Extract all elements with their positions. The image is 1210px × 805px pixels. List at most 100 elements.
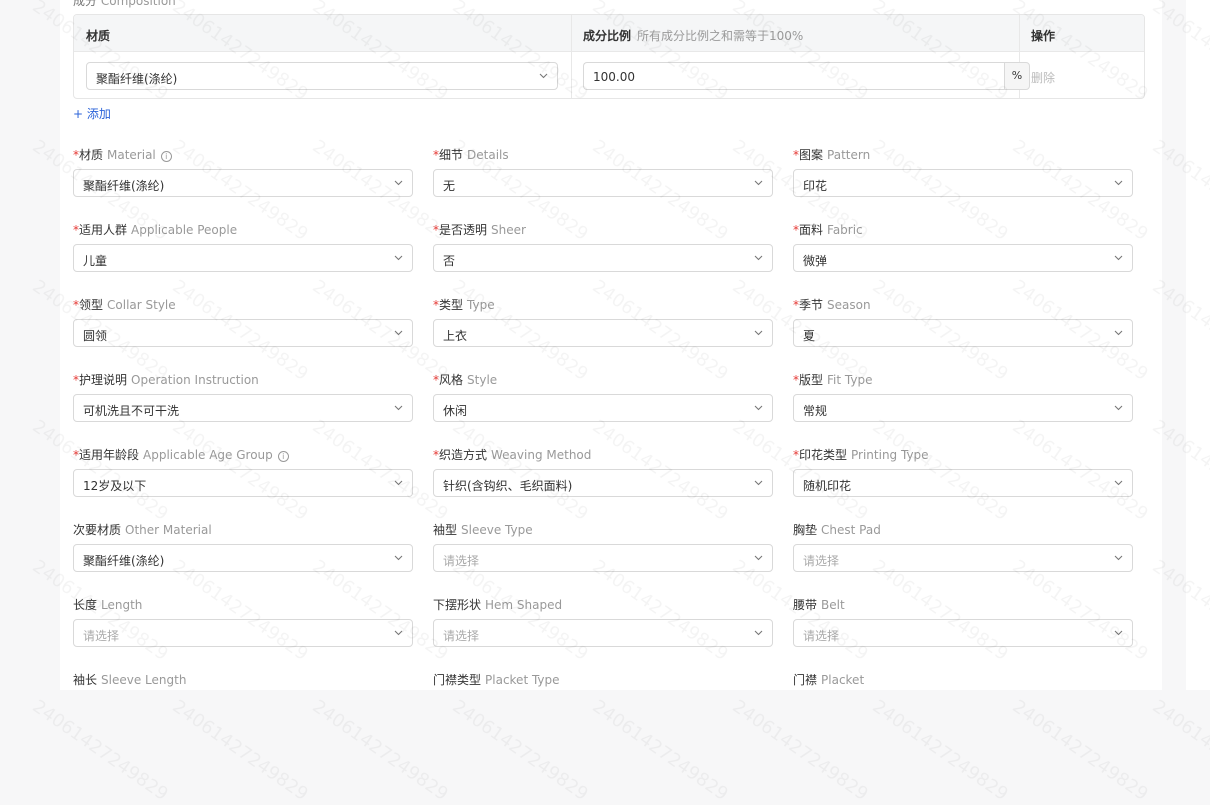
field-label: 袖型 Sleeve Type (433, 521, 533, 538)
field-label-cn: 织造方式 (439, 448, 488, 462)
info-icon[interactable]: i (277, 451, 289, 462)
field-label-cn: 材质 (79, 148, 104, 162)
field-placeholder: 请选择 (83, 629, 120, 643)
composition-ratio-input[interactable]: 100.00 (583, 62, 1004, 90)
field-sleeve-length: 袖长 Sleeve Length (73, 671, 413, 731)
field-label-cn: 版型 (799, 373, 824, 387)
field-details: *细节 Details 无 (433, 146, 773, 206)
field-select[interactable]: 否 (433, 244, 773, 272)
field-value: 否 (443, 254, 456, 268)
field-label: 次要材质 Other Material (73, 521, 212, 538)
chevron-down-icon (394, 479, 403, 487)
field-label: *类型 Type (433, 296, 495, 313)
add-composition-button[interactable]: + 添加 (73, 105, 111, 122)
field-value: 儿童 (83, 254, 108, 268)
scroll-gutter (1186, 0, 1210, 690)
header-ratio-hint: 所有成分比例之和需等于100% (637, 29, 804, 43)
composition-material-select[interactable]: 聚酯纤维(涤纶) (86, 62, 558, 90)
field-label: 腰带 Belt (793, 596, 845, 613)
field-select[interactable]: 随机印花 (793, 469, 1133, 497)
field-label-en: Chest Pad (821, 523, 881, 537)
field-select[interactable]: 请选择 (73, 619, 413, 647)
field-label: *材质 Material i (73, 146, 172, 163)
field-label-en: Hem Shaped (485, 598, 563, 612)
field-label-cn: 类型 (439, 298, 464, 312)
composition-table: 材质 成分比例 所有成分比例之和需等于100% 操作 聚酯纤维(涤纶) 100.0… (73, 14, 1145, 99)
field-value: 圆领 (83, 329, 108, 343)
field-select[interactable]: 上衣 (433, 319, 773, 347)
field-select[interactable]: 请选择 (793, 619, 1133, 647)
field-placeholder: 请选择 (803, 629, 840, 643)
field-label-cn: 下摆形状 (433, 598, 482, 612)
column-divider (571, 15, 572, 98)
field-select[interactable]: 无 (433, 169, 773, 197)
field-label-cn: 面料 (799, 223, 824, 237)
field-applicable-age-group: *适用年龄段 Applicable Age Group i 12岁及以下 (73, 446, 413, 506)
chevron-down-icon (394, 554, 403, 562)
chevron-down-icon (754, 404, 763, 412)
field-label: *护理说明 Operation Instruction (73, 371, 259, 388)
field-label-en: Placket Type (485, 673, 560, 687)
field-select[interactable]: 常规 (793, 394, 1133, 422)
chevron-down-icon (754, 254, 763, 262)
field-select[interactable]: 印花 (793, 169, 1133, 197)
field-type: *类型 Type 上衣 (433, 296, 773, 356)
field-select[interactable]: 夏 (793, 319, 1133, 347)
field-label: *面料 Fabric (793, 221, 863, 238)
field-label: *适用年龄段 Applicable Age Group i (73, 446, 289, 463)
field-select[interactable]: 请选择 (433, 619, 773, 647)
watermark-text: 24061427249829 (1148, 696, 1210, 805)
field-select[interactable]: 请选择 (433, 544, 773, 572)
field-label: *适用人群 Applicable People (73, 221, 237, 238)
field-select[interactable]: 可机洗且不可干洗 (73, 394, 413, 422)
composition-label-en: Composition (100, 0, 176, 8)
field-value: 上衣 (443, 329, 468, 343)
field-label: 门襟类型 Placket Type (433, 671, 560, 688)
field-label-cn: 季节 (799, 298, 824, 312)
field-label: *是否透明 Sheer (433, 221, 526, 238)
field-label-en: Pattern (827, 148, 871, 162)
field-label-en: Printing Type (851, 448, 929, 462)
field-value: 可机洗且不可干洗 (83, 404, 180, 418)
field-label-en: Season (827, 298, 871, 312)
field-belt: 腰带 Belt 请选择 (793, 596, 1133, 656)
chevron-down-icon (394, 254, 403, 262)
field-weaving-method: *织造方式 Weaving Method 针织(含钩织、毛织面料) (433, 446, 773, 506)
field-label-cn: 护理说明 (79, 373, 128, 387)
field-label-en: Sleeve Type (461, 523, 533, 537)
field-label-cn: 适用年龄段 (79, 448, 140, 462)
field-select[interactable]: 微弹 (793, 244, 1133, 272)
field-label: 下摆形状 Hem Shaped (433, 596, 562, 613)
field-select[interactable]: 圆领 (73, 319, 413, 347)
field-value: 12岁及以下 (83, 479, 147, 493)
field-label-en: Operation Instruction (131, 373, 259, 387)
info-icon[interactable]: i (160, 151, 172, 162)
field-label-en: Details (467, 148, 509, 162)
field-select[interactable]: 聚酯纤维(涤纶) (73, 544, 413, 572)
field-label-en: Belt (821, 598, 845, 612)
field-select[interactable]: 12岁及以下 (73, 469, 413, 497)
field-value: 聚酯纤维(涤纶) (83, 554, 165, 568)
field-label: *印花类型 Printing Type (793, 446, 929, 463)
field-select[interactable]: 聚酯纤维(涤纶) (73, 169, 413, 197)
field-label-cn: 印花类型 (799, 448, 848, 462)
field-value: 夏 (803, 329, 816, 343)
field-length: 长度 Length 请选择 (73, 596, 413, 656)
header-ratio: 成分比例 所有成分比例之和需等于100% (583, 27, 803, 44)
field-label-en: Material (107, 148, 156, 162)
field-select[interactable]: 休闲 (433, 394, 773, 422)
field-label-cn: 腰带 (793, 598, 818, 612)
field-select[interactable]: 请选择 (793, 544, 1133, 572)
delete-row-button[interactable]: 删除 (1031, 69, 1055, 86)
field-label-en: Length (101, 598, 143, 612)
field-label: 门襟 Placket (793, 671, 864, 688)
field-label-cn: 胸垫 (793, 523, 818, 537)
field-select[interactable]: 针织(含钩织、毛织面料) (433, 469, 773, 497)
field-collar-style: *领型 Collar Style 圆领 (73, 296, 413, 356)
field-value: 休闲 (443, 404, 468, 418)
field-select[interactable]: 儿童 (73, 244, 413, 272)
field-label-en: Applicable People (131, 223, 238, 237)
field-applicable-people: *适用人群 Applicable People 儿童 (73, 221, 413, 281)
field-material: *材质 Material i 聚酯纤维(涤纶) (73, 146, 413, 206)
field-label-cn: 适用人群 (79, 223, 128, 237)
